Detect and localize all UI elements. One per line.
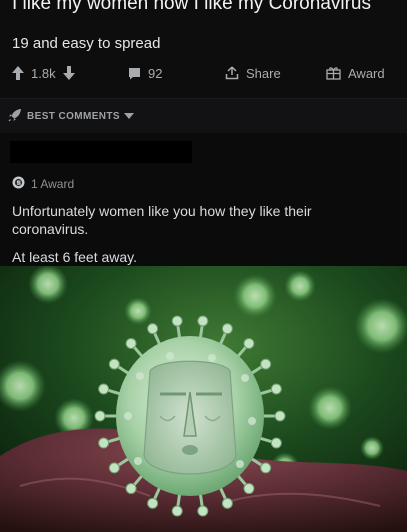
post-action-bar: 1.8k 92 Share Award [0,62,407,84]
silver-award-icon [12,176,25,192]
upvote-icon[interactable] [12,66,24,80]
award-icon [326,66,341,80]
meme-image [0,266,407,532]
award-button[interactable]: Award [326,62,385,84]
vote-control: 1.8k [12,62,75,84]
vote-count: 1.8k [31,65,56,81]
moai-face [143,360,237,475]
award-count: 1 Award [31,177,75,191]
comment-text-line: coronavirus. [12,221,89,237]
comment-count: 92 [148,65,163,81]
comment-text-line: At least 6 feet away. [12,249,138,265]
comment-sort-bar: BEST COMMENTS [0,98,407,134]
comment: 1 Award Unfortunately women like you how… [0,133,407,273]
comment-text-line: Unfortunately women like you how they li… [12,203,312,219]
share-icon [225,66,239,80]
rocket-icon [8,108,22,125]
comment-icon [128,67,141,80]
post-header: I like my women how I like my Coronaviru… [0,0,407,98]
comment-sort-dropdown[interactable]: BEST COMMENTS [8,108,134,125]
virus-moai-illustration [0,266,407,532]
post-body: 19 and easy to spread [12,35,161,52]
post-title[interactable]: I like my women how I like my Coronaviru… [12,0,371,15]
comment-award-badge[interactable]: 1 Award [12,176,74,192]
sort-label: BEST COMMENTS [27,111,120,122]
award-label: Award [348,65,385,81]
share-label: Share [246,65,281,81]
comments-button[interactable]: 92 [128,62,162,84]
downvote-icon[interactable] [62,66,75,80]
reddit-post-screenshot: I like my women how I like my Coronaviru… [0,0,407,532]
share-button[interactable]: Share [225,62,281,84]
redacted-username [10,141,192,163]
caret-down-icon [123,111,134,122]
